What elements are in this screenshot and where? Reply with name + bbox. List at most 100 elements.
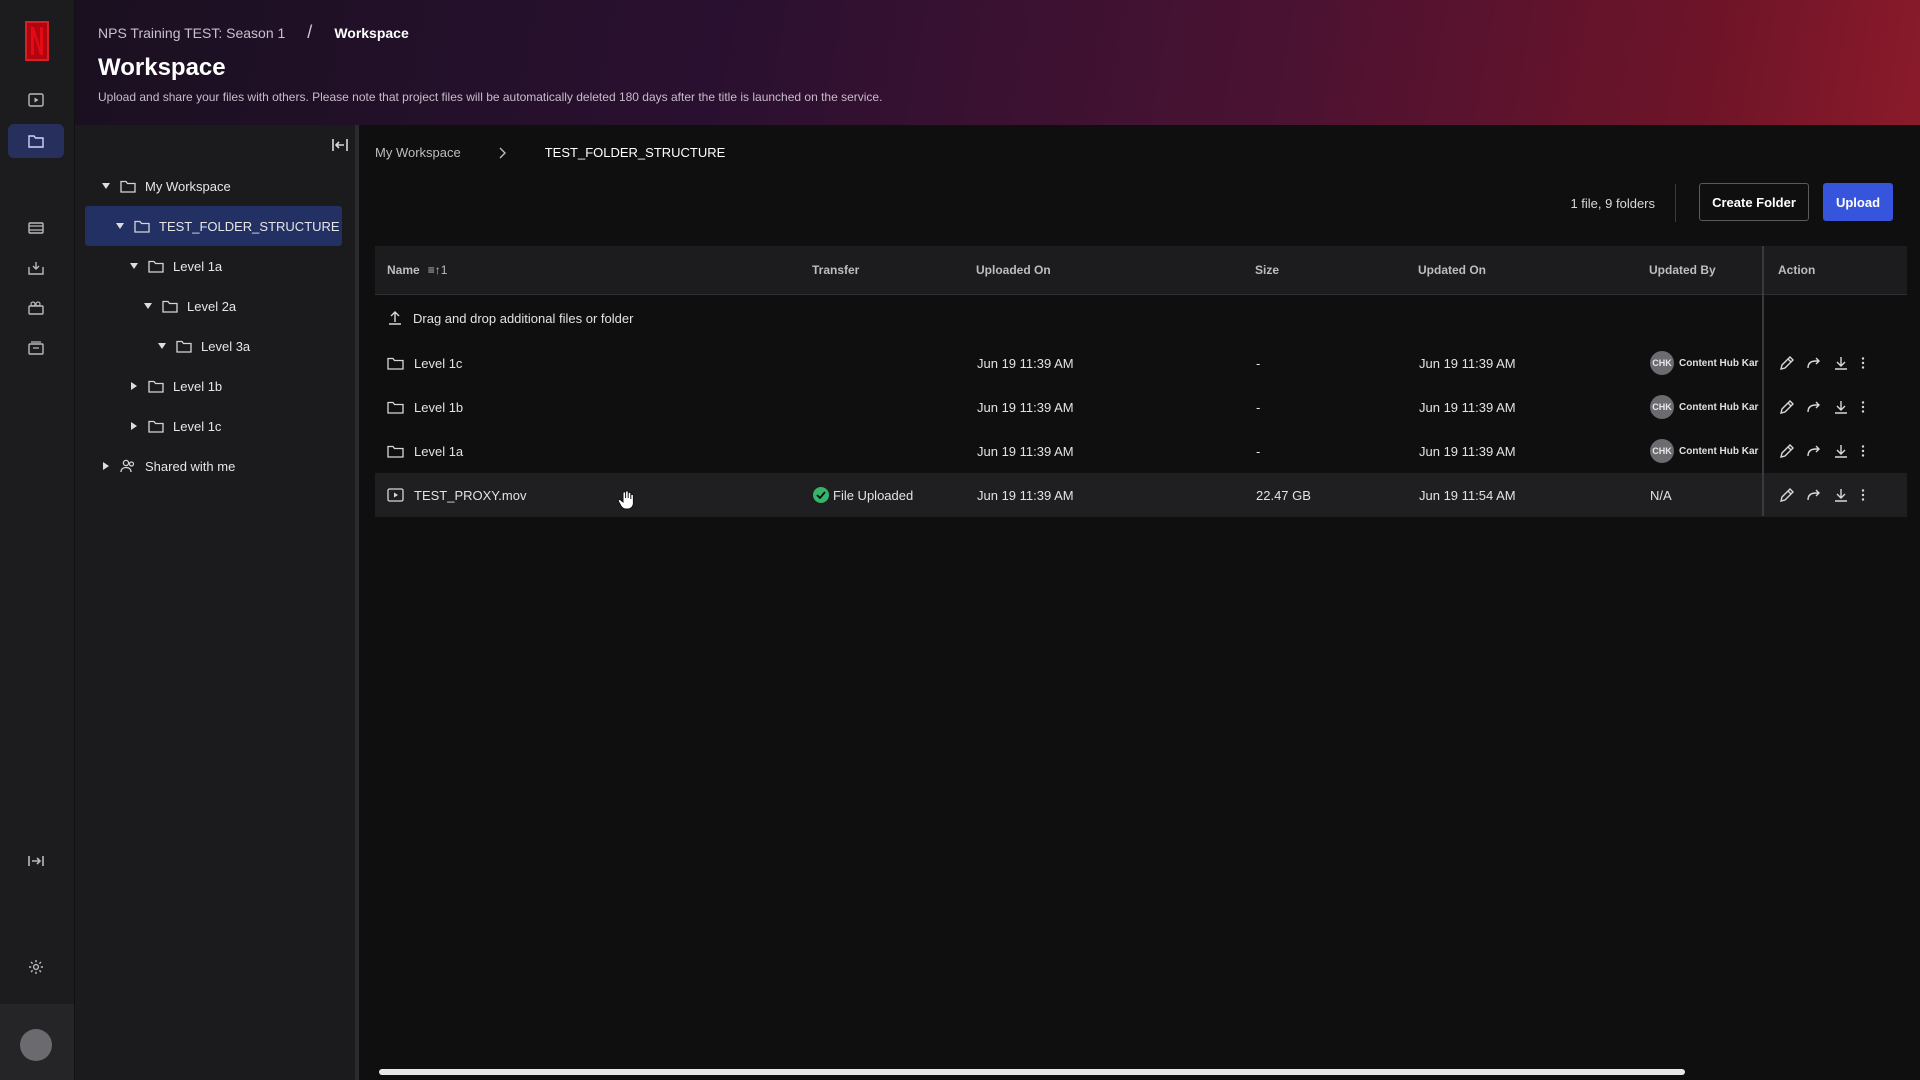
row-size: - [1256, 399, 1261, 415]
download-icon[interactable] [1833, 487, 1849, 503]
action-column-divider [1762, 246, 1764, 516]
netflix-logo[interactable] [25, 21, 49, 61]
folder-icon [148, 380, 164, 393]
row-updated-on: Jun 19 11:39 AM [1419, 443, 1516, 459]
row-name[interactable]: Level 1a [414, 444, 463, 459]
column-uploaded-on[interactable]: Uploaded On [976, 246, 1051, 294]
caret-down-icon[interactable] [156, 342, 168, 350]
folder-tree-panel: My Workspace TEST_FOLDER_STRUCTURE Level… [75, 125, 359, 1080]
row-uploaded-on: Jun 19 11:39 AM [977, 487, 1074, 503]
horizontal-scrollbar[interactable] [379, 1069, 1685, 1075]
tree-item-shared-with-me[interactable]: Shared with me [85, 446, 235, 486]
tree-item-label: Level 1c [173, 418, 222, 434]
files-table: Name ≡↑1 Transfer Uploaded On Size Updat… [375, 246, 1907, 517]
chevron-right-icon [499, 147, 507, 159]
table-row[interactable]: TEST_PROXY.mov File Uploaded Jun 19 11:3… [375, 473, 1907, 517]
gear-icon[interactable] [8, 950, 64, 984]
caret-down-icon[interactable] [100, 182, 112, 190]
film-icon[interactable] [8, 211, 64, 245]
path-root-link[interactable]: My Workspace [375, 145, 461, 160]
tree-item-level-2a[interactable]: Level 2a [85, 286, 236, 326]
table-row[interactable]: Level 1a Jun 19 11:39 AM - Jun 19 11:39 … [375, 429, 1907, 473]
table-row[interactable]: Level 1c Jun 19 11:39 AM - Jun 19 11:39 … [375, 341, 1907, 385]
create-folder-button[interactable]: Create Folder [1699, 183, 1809, 221]
caret-down-icon[interactable] [128, 262, 140, 270]
more-options-icon[interactable] [1860, 444, 1866, 458]
row-updated-by: Content Hub Kar [1679, 401, 1759, 413]
row-actions [1779, 385, 1866, 429]
share-icon[interactable] [1806, 399, 1822, 415]
row-transfer-status: File Uploaded [833, 487, 914, 503]
column-updated-by[interactable]: Updated By [1649, 246, 1716, 294]
player-icon[interactable] [8, 83, 64, 117]
table-row[interactable]: Level 1b Jun 19 11:39 AM - Jun 19 11:39 … [375, 385, 1907, 429]
more-options-icon[interactable] [1860, 400, 1866, 414]
row-updated-by: N/A [1650, 487, 1672, 503]
tree-item-label: Level 1b [173, 378, 223, 394]
edit-icon[interactable] [1779, 443, 1795, 459]
expand-icon[interactable] [8, 844, 64, 878]
share-icon[interactable] [1806, 487, 1822, 503]
row-updated-on: Jun 19 11:54 AM [1419, 487, 1516, 503]
folder-icon [148, 420, 164, 433]
toolbar-divider [1675, 184, 1676, 222]
column-updated-on[interactable]: Updated On [1418, 246, 1486, 294]
share-icon[interactable] [1806, 355, 1822, 371]
column-action: Action [1778, 263, 1816, 277]
tree-item-level-1c[interactable]: Level 1c [85, 406, 221, 446]
caret-down-icon[interactable] [114, 222, 126, 230]
page-subtitle: Upload and share your files with others.… [98, 90, 883, 104]
archive-icon[interactable] [8, 331, 64, 365]
upload-button[interactable]: Upload [1823, 183, 1893, 221]
upload-arrow-icon [387, 310, 403, 326]
tree-item-level-3a[interactable]: Level 3a [85, 326, 250, 366]
main-content: My Workspace TEST_FOLDER_STRUCTURE 1 fil… [359, 125, 1920, 1080]
caret-down-icon[interactable] [142, 302, 154, 310]
folder-path: My Workspace TEST_FOLDER_STRUCTURE [375, 145, 725, 160]
row-name[interactable]: Level 1b [414, 400, 463, 415]
row-actions [1779, 341, 1866, 385]
row-updated-by: Content Hub Kar [1679, 445, 1759, 457]
item-count: 1 file, 9 folders [1570, 196, 1655, 211]
collapse-panel-icon[interactable] [331, 137, 349, 153]
more-options-icon[interactable] [1860, 488, 1866, 502]
tree-item-label: Shared with me [145, 458, 236, 474]
download-icon[interactable] [1833, 355, 1849, 371]
edit-icon[interactable] [1779, 399, 1795, 415]
row-updated-on: Jun 19 11:39 AM [1419, 355, 1516, 371]
tree-item-level-1b[interactable]: Level 1b [85, 366, 222, 406]
row-uploaded-on: Jun 19 11:39 AM [977, 399, 1074, 415]
row-name[interactable]: Level 1c [414, 356, 462, 371]
column-name-label: Name [387, 263, 420, 277]
download-icon[interactable] [1833, 399, 1849, 415]
folder-icon [387, 357, 404, 370]
download-icon[interactable] [1833, 443, 1849, 459]
column-transfer[interactable]: Transfer [812, 246, 859, 294]
more-options-icon[interactable] [1860, 356, 1866, 370]
caret-right-icon[interactable] [100, 461, 112, 471]
row-size: - [1256, 443, 1261, 459]
column-name[interactable]: Name ≡↑1 [387, 246, 447, 294]
share-icon[interactable] [1806, 443, 1822, 459]
row-name[interactable]: TEST_PROXY.mov [414, 488, 526, 503]
row-size: - [1256, 355, 1261, 371]
caret-right-icon[interactable] [128, 381, 140, 391]
tree-item-level-1a[interactable]: Level 1a [85, 246, 222, 286]
path-current: TEST_FOLDER_STRUCTURE [544, 145, 726, 160]
tree-item-my-workspace[interactable]: My Workspace [85, 166, 231, 206]
edit-icon[interactable] [1779, 355, 1795, 371]
caret-right-icon[interactable] [128, 421, 140, 431]
tree-item-label: TEST_FOLDER_STRUCTURE [159, 218, 340, 234]
inbox-icon[interactable] [8, 251, 64, 285]
folder-icon[interactable] [8, 124, 64, 158]
column-size[interactable]: Size [1255, 246, 1279, 294]
camera-icon[interactable] [8, 291, 64, 325]
avatar[interactable] [20, 1029, 52, 1061]
sort-icon[interactable]: ≡↑1 [428, 263, 448, 277]
check-circle-icon [813, 487, 829, 503]
tree-item-label: Level 2a [187, 298, 237, 314]
dropzone-row[interactable]: Drag and drop additional files or folder [375, 295, 1907, 341]
edit-icon[interactable] [1779, 487, 1795, 503]
breadcrumb-project[interactable]: NPS Training TEST: Season 1 [98, 25, 285, 41]
tree-item-test-folder-structure[interactable]: TEST_FOLDER_STRUCTURE [85, 206, 342, 246]
